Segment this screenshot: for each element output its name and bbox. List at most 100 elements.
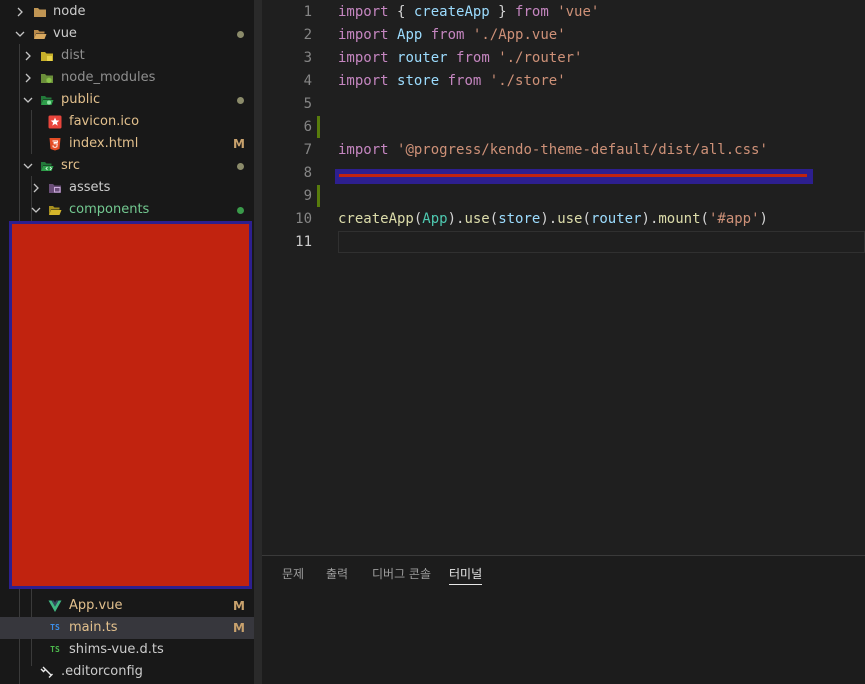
folder-src-icon bbox=[40, 159, 54, 173]
star-icon bbox=[48, 115, 62, 129]
code-token: '@progress/kendo-theme-default/dist/all.… bbox=[397, 142, 768, 158]
code-token: from bbox=[447, 73, 482, 89]
tab-terminal[interactable]: 터미널 bbox=[449, 566, 483, 585]
modified-badge: M bbox=[233, 137, 245, 151]
tree-item-shims-vue[interactable]: TS shims-vue.d.ts bbox=[0, 639, 254, 661]
git-added-marker bbox=[317, 116, 320, 138]
line-number: 2 bbox=[303, 27, 312, 43]
tree-item-label: dist bbox=[61, 48, 85, 63]
code-token: ). bbox=[641, 211, 659, 227]
typescript-def-icon: TS bbox=[50, 645, 60, 654]
code-token: use bbox=[557, 211, 583, 227]
code-token: ) bbox=[759, 211, 768, 227]
tree-item-main-ts[interactable]: TS main.ts M bbox=[0, 617, 254, 639]
tree-item-vue[interactable]: vue bbox=[0, 23, 254, 45]
code-token: import bbox=[338, 50, 389, 66]
code-token: createApp bbox=[413, 4, 490, 20]
code-token: '#app' bbox=[708, 211, 760, 227]
tree-item-label: node_modules bbox=[61, 70, 156, 85]
tree-item-label: assets bbox=[69, 180, 111, 195]
tree-item-src[interactable]: src bbox=[0, 155, 254, 177]
code-line: import store from './store' bbox=[338, 70, 566, 93]
tree-item-favicon[interactable]: favicon.ico bbox=[0, 111, 254, 133]
tree-item-public[interactable]: public bbox=[0, 89, 254, 111]
annotation-highlight bbox=[335, 169, 813, 184]
tree-item-label: components bbox=[69, 202, 150, 217]
tree-item-label: main.ts bbox=[69, 620, 118, 635]
annotation-underline bbox=[339, 174, 807, 177]
tree-item-assets[interactable]: assets bbox=[0, 177, 254, 199]
tree-item-label: favicon.ico bbox=[69, 114, 140, 129]
code-token: import bbox=[338, 27, 389, 43]
code-line: import App from './App.vue' bbox=[338, 24, 566, 47]
line-number: 8 bbox=[303, 165, 312, 181]
chevron-right-icon bbox=[13, 1, 27, 23]
code-token: App bbox=[397, 27, 423, 43]
pane-divider[interactable] bbox=[254, 0, 262, 684]
line-number: 1 bbox=[303, 4, 312, 20]
line-number: 3 bbox=[303, 50, 312, 66]
modified-badge: M bbox=[233, 621, 245, 635]
tree-item-components[interactable]: components bbox=[0, 199, 254, 221]
code-line: import '@progress/kendo-theme-default/di… bbox=[338, 139, 768, 162]
tree-item-label: .editorconfig bbox=[61, 664, 143, 679]
tree-item-node[interactable]: node bbox=[0, 1, 254, 23]
folder-assets-icon bbox=[48, 181, 62, 195]
code-token: store bbox=[498, 211, 541, 227]
line-number: 6 bbox=[303, 119, 312, 135]
line-number: 7 bbox=[303, 142, 312, 158]
tree-item-node-modules[interactable]: node_modules bbox=[0, 67, 254, 89]
code-token: ). bbox=[540, 211, 558, 227]
tab-output[interactable]: 출력 bbox=[326, 566, 348, 582]
code-token: import bbox=[338, 73, 389, 89]
code-editor[interactable]: 1 2 3 4 5 6 7 8 9 10 11 import { createApp } from … bbox=[262, 0, 865, 555]
tree-item-label: node bbox=[53, 4, 86, 19]
line-number: 5 bbox=[303, 96, 312, 112]
tree-item-editorconfig[interactable]: .editorconfig bbox=[0, 661, 254, 683]
code-token: App bbox=[422, 211, 448, 227]
chevron-down-icon bbox=[29, 199, 43, 221]
code-token: { bbox=[388, 4, 414, 20]
line-number: 9 bbox=[303, 188, 312, 204]
tree-item-label: index.html bbox=[69, 136, 139, 151]
tab-problems[interactable]: 문제 bbox=[282, 566, 304, 582]
code-line: import router from './router' bbox=[338, 47, 582, 70]
folder-icon bbox=[33, 5, 47, 19]
current-line-highlight bbox=[338, 231, 865, 253]
folder-dist-icon bbox=[40, 49, 54, 63]
code-token: 'vue' bbox=[557, 4, 600, 20]
tab-debug-console[interactable]: 디버그 콘솔 bbox=[372, 566, 431, 582]
code-token: './store' bbox=[489, 73, 566, 89]
code-token: import bbox=[338, 4, 389, 20]
typescript-icon: TS bbox=[50, 623, 60, 632]
modified-dot bbox=[237, 163, 244, 170]
editorconfig-icon bbox=[40, 665, 54, 679]
code-token: from bbox=[515, 4, 549, 20]
modified-dot bbox=[237, 97, 244, 104]
tree-item-label: vue bbox=[53, 26, 77, 41]
modified-dot bbox=[237, 31, 244, 38]
modified-badge: M bbox=[233, 599, 245, 613]
html5-icon bbox=[48, 137, 62, 151]
tree-item-index-html[interactable]: index.html M bbox=[0, 133, 254, 155]
tree-item-dist[interactable]: dist bbox=[0, 45, 254, 67]
code-token: from bbox=[456, 50, 490, 66]
chevron-down-icon bbox=[21, 155, 35, 177]
explorer-sidebar: node vue dist node_modules public favico… bbox=[0, 0, 254, 684]
vue-icon bbox=[48, 599, 62, 613]
code-token: store bbox=[397, 73, 440, 89]
chevron-down-icon bbox=[21, 89, 35, 111]
tree-item-app-vue[interactable]: App.vue M bbox=[0, 595, 254, 617]
line-number: 11 bbox=[295, 234, 312, 250]
chevron-right-icon bbox=[21, 45, 35, 67]
folder-node-icon bbox=[40, 71, 54, 85]
code-token: createApp bbox=[338, 211, 414, 227]
